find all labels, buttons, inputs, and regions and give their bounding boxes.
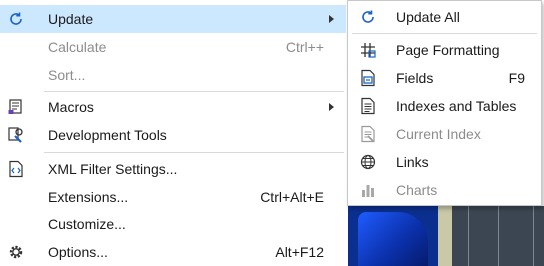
menu-item-xml-filter-settings[interactable]: XML Filter Settings... (0, 155, 346, 183)
macros-icon (6, 97, 26, 117)
refresh-icon (358, 7, 378, 27)
menu-item-label: Extensions... (48, 189, 129, 205)
submenu-item-links[interactable]: Links (348, 148, 541, 176)
menu-item-development-tools[interactable]: Development Tools (0, 121, 346, 149)
submenu-arrow-icon (329, 103, 334, 111)
menu-item-label: Update (48, 11, 94, 27)
menu-item-customize[interactable]: Customize... (0, 210, 346, 238)
document-background (348, 206, 544, 266)
submenu-item-label: Update All (396, 9, 460, 25)
current-index-icon (358, 124, 378, 144)
menu-item-sort[interactable]: Sort... (0, 61, 346, 89)
menu-item-label: XML Filter Settings... (48, 161, 178, 177)
menu-separator (44, 91, 344, 92)
submenu-item-label: Fields (396, 70, 434, 86)
refresh-icon (6, 9, 26, 29)
menu-item-label: Options... (48, 244, 108, 260)
shortcut-label: Alt+F12 (275, 244, 324, 260)
fields-icon (358, 68, 378, 88)
gear-icon (6, 242, 26, 262)
document-gridline (468, 206, 469, 266)
submenu-item-charts[interactable]: Charts (348, 176, 541, 204)
menu-item-label: Macros (48, 99, 94, 115)
shortcut-label: Ctrl++ (285, 39, 324, 55)
submenu-item-page-formatting[interactable]: Page Formatting (348, 36, 541, 64)
submenu-item-indexes-and-tables[interactable]: Indexes and Tables (348, 92, 541, 120)
shortcut-label: F9 (508, 70, 525, 86)
submenu-item-update-all[interactable]: Update All (348, 3, 541, 31)
submenu-separator (352, 33, 537, 34)
menu-item-macros[interactable]: Macros (0, 93, 346, 121)
menu-item-label: Sort... (48, 67, 86, 83)
submenu-item-label: Charts (396, 182, 438, 198)
submenu-item-label: Page Formatting (396, 42, 500, 58)
submenu-item-current-index[interactable]: Current Index (348, 120, 541, 148)
tools-menu: Update Calculate Ctrl++ Sort... Macros D… (0, 0, 349, 266)
menu-item-label: Customize... (48, 216, 126, 232)
development-tools-icon (6, 125, 26, 145)
document-gridline (498, 206, 499, 266)
menu-item-update[interactable]: Update (0, 5, 346, 33)
links-icon (358, 152, 378, 172)
menu-item-options[interactable]: Options... Alt+F12 (0, 238, 346, 266)
update-submenu: Update All Page Formatting Fields F9 Ind… (347, 0, 542, 206)
submenu-item-label: Current Index (396, 126, 481, 142)
submenu-item-label: Links (396, 154, 429, 170)
menu-item-extensions[interactable]: Extensions... Ctrl+Alt+E (0, 183, 346, 211)
menu-item-label: Calculate (48, 39, 107, 55)
document-gridline (533, 206, 534, 266)
document-margin (438, 206, 452, 266)
charts-icon (358, 180, 378, 200)
submenu-arrow-icon (329, 15, 334, 23)
menu-item-label: Development Tools (48, 127, 167, 143)
page-formatting-icon (358, 40, 378, 60)
shortcut-label: Ctrl+Alt+E (260, 189, 324, 205)
submenu-item-fields[interactable]: Fields F9 (348, 64, 541, 92)
xml-filter-icon (6, 159, 26, 179)
menu-separator (44, 152, 344, 153)
menu-item-calculate[interactable]: Calculate Ctrl++ (0, 33, 346, 61)
indexes-icon (358, 96, 378, 116)
document-image-shape (358, 212, 428, 266)
submenu-item-label: Indexes and Tables (396, 98, 517, 114)
